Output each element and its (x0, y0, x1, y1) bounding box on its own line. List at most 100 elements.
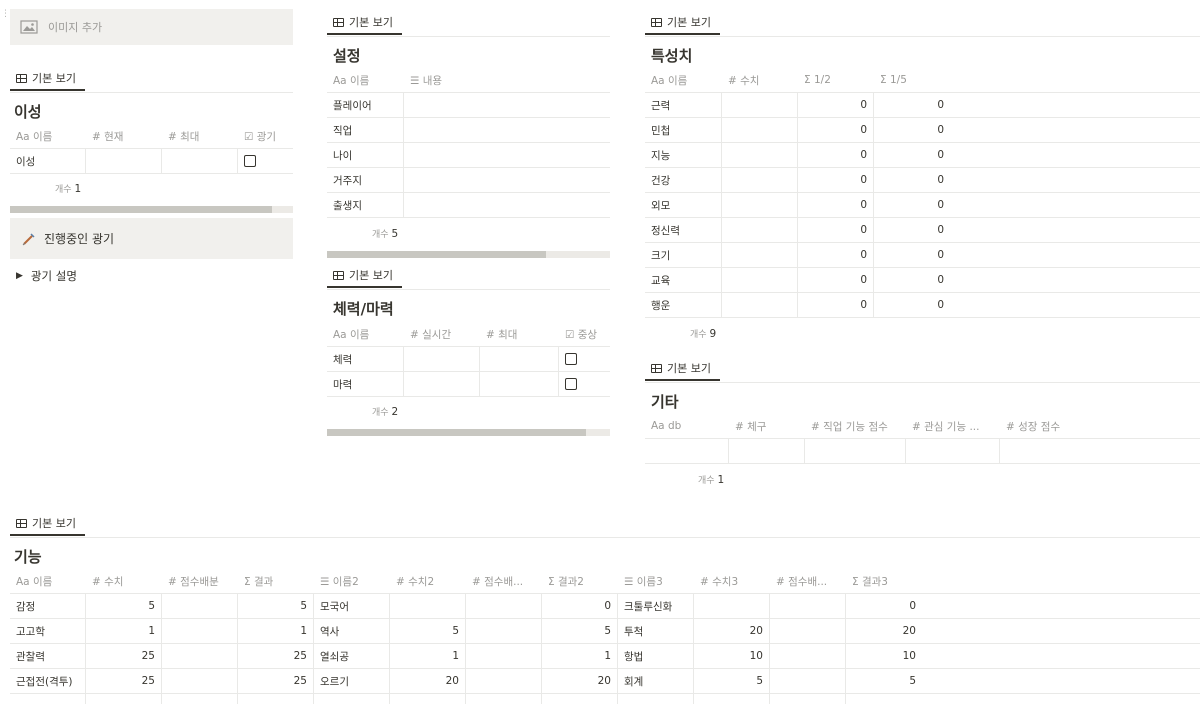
table-cell[interactable] (770, 619, 846, 643)
cell-name[interactable]: 행운 (645, 293, 722, 317)
tab-default-view[interactable]: 기본 보기 (327, 11, 402, 35)
cell-content[interactable] (404, 93, 610, 117)
table-cell[interactable] (770, 594, 846, 618)
table-row[interactable]: 체력 (327, 347, 610, 372)
col-header[interactable]: # 점수배... (466, 574, 542, 589)
table-cell[interactable]: 25 (238, 669, 314, 693)
toggle-block[interactable]: ▶ 광기 설명 (16, 268, 77, 284)
cell-max[interactable] (480, 347, 559, 371)
cell-name[interactable]: 이성 (10, 149, 86, 173)
table-cell[interactable] (162, 694, 238, 704)
col-header[interactable]: Aa 이름 (327, 327, 404, 342)
table-row[interactable]: 근력 0 0 (645, 93, 1200, 118)
cell-name[interactable]: 마력 (327, 372, 404, 396)
table-cell[interactable] (10, 694, 86, 704)
horizontal-scrollbar[interactable] (10, 206, 293, 213)
cell-half[interactable]: 0 (798, 168, 874, 192)
table-cell[interactable] (694, 694, 770, 704)
table-cell[interactable] (846, 694, 922, 704)
table-cell[interactable] (466, 694, 542, 704)
col-header[interactable]: Aa 이름 (645, 73, 722, 88)
cell-value[interactable] (722, 293, 798, 317)
add-image-button[interactable]: 이미지 추가 (10, 9, 293, 45)
cell-name[interactable]: 출생지 (327, 193, 404, 217)
col-header[interactable]: # 직업 기능 점수 (805, 419, 906, 434)
cell-fifth[interactable]: 0 (874, 218, 950, 242)
table-row[interactable]: 출생지 (327, 193, 610, 218)
col-header[interactable]: ☑ 광기 (238, 129, 293, 144)
table-cell[interactable]: 1 (238, 619, 314, 643)
col-header[interactable]: # 체구 (729, 419, 805, 434)
tab-default-view[interactable]: 기본 보기 (10, 67, 85, 91)
horizontal-scrollbar[interactable] (327, 429, 610, 436)
col-header[interactable]: Σ 결과2 (542, 574, 618, 589)
table-cell[interactable]: 모국어 (314, 594, 390, 618)
cell-max[interactable] (162, 149, 238, 173)
table-cell[interactable]: 크툴루신화 (618, 594, 694, 618)
callout-block[interactable]: 진행중인 광기 (10, 218, 293, 259)
table-row[interactable]: 지능 0 0 (645, 143, 1200, 168)
table-cell[interactable]: 고고학 (10, 619, 86, 643)
table-cell[interactable]: 10 (694, 644, 770, 668)
cell-fifth[interactable]: 0 (874, 293, 950, 317)
col-header[interactable]: Aa 이름 (10, 129, 86, 144)
col-header[interactable]: # 최대 (162, 129, 238, 144)
cell-fifth[interactable]: 0 (874, 268, 950, 292)
table-cell[interactable] (770, 669, 846, 693)
col-header[interactable]: ☰ 이름3 (618, 574, 694, 589)
col-header[interactable]: Σ 1/2 (798, 74, 874, 86)
table-cell[interactable]: 10 (846, 644, 922, 668)
cell-name[interactable]: 지능 (645, 143, 722, 167)
cell-half[interactable]: 0 (798, 143, 874, 167)
table-row[interactable]: 이성 (10, 149, 293, 174)
table-cell[interactable]: 감정 (10, 594, 86, 618)
cell-name[interactable]: 교육 (645, 268, 722, 292)
table-row[interactable]: 마력 (327, 372, 610, 397)
col-header[interactable]: # 관심 기능 ... (906, 419, 1000, 434)
cell-injury[interactable] (559, 372, 610, 396)
col-header[interactable]: ☑ 중상 (559, 327, 610, 342)
cell-name[interactable]: 건강 (645, 168, 722, 192)
table-row[interactable]: 나이 (327, 143, 610, 168)
col-header[interactable]: # 점수배... (770, 574, 846, 589)
cell-name[interactable]: 플레이어 (327, 93, 404, 117)
cell-value[interactable] (722, 168, 798, 192)
table-cell[interactable] (694, 594, 770, 618)
col-header[interactable]: # 실시간 (404, 327, 480, 342)
table-row[interactable]: 거주지 (327, 168, 610, 193)
col-header[interactable]: # 수치2 (390, 574, 466, 589)
table-row[interactable] (645, 439, 1200, 464)
cell-job-skill[interactable] (805, 439, 906, 463)
table-cell[interactable] (238, 694, 314, 704)
tab-default-view[interactable]: 기본 보기 (645, 357, 720, 381)
cell-name[interactable]: 민첩 (645, 118, 722, 142)
col-header[interactable]: # 성장 점수 (1000, 419, 1100, 434)
cell-build[interactable] (729, 439, 805, 463)
cell-db[interactable] (645, 439, 729, 463)
table-row[interactable]: 교육 0 0 (645, 268, 1200, 293)
table-cell[interactable]: 회계 (618, 669, 694, 693)
col-header[interactable]: ☰ 내용 (404, 73, 610, 88)
table-cell[interactable]: 20 (694, 619, 770, 643)
table-cell[interactable] (770, 644, 846, 668)
cell-realtime[interactable] (404, 347, 480, 371)
table-row[interactable]: 플레이어 (327, 93, 610, 118)
cell-name[interactable]: 정신력 (645, 218, 722, 242)
cell-realtime[interactable] (404, 372, 480, 396)
col-header[interactable]: # 수치 (86, 574, 162, 589)
cell-name[interactable]: 나이 (327, 143, 404, 167)
cell-half[interactable]: 0 (798, 268, 874, 292)
cell-current[interactable] (86, 149, 162, 173)
col-header[interactable]: # 현재 (86, 129, 162, 144)
cell-content[interactable] (404, 168, 610, 192)
cell-value[interactable] (722, 268, 798, 292)
table-row[interactable]: 민첩 0 0 (645, 118, 1200, 143)
table-row[interactable]: 외모 0 0 (645, 193, 1200, 218)
table-cell[interactable]: 5 (542, 619, 618, 643)
col-header[interactable]: Aa 이름 (327, 73, 404, 88)
cell-max[interactable] (480, 372, 559, 396)
cell-growth[interactable] (1000, 439, 1200, 463)
table-row[interactable]: 감정 5 5 모국어 0 크툴루신화 0 (10, 594, 1200, 619)
table-cell[interactable]: 근접전(격투) (10, 669, 86, 693)
table-cell[interactable] (618, 694, 694, 704)
